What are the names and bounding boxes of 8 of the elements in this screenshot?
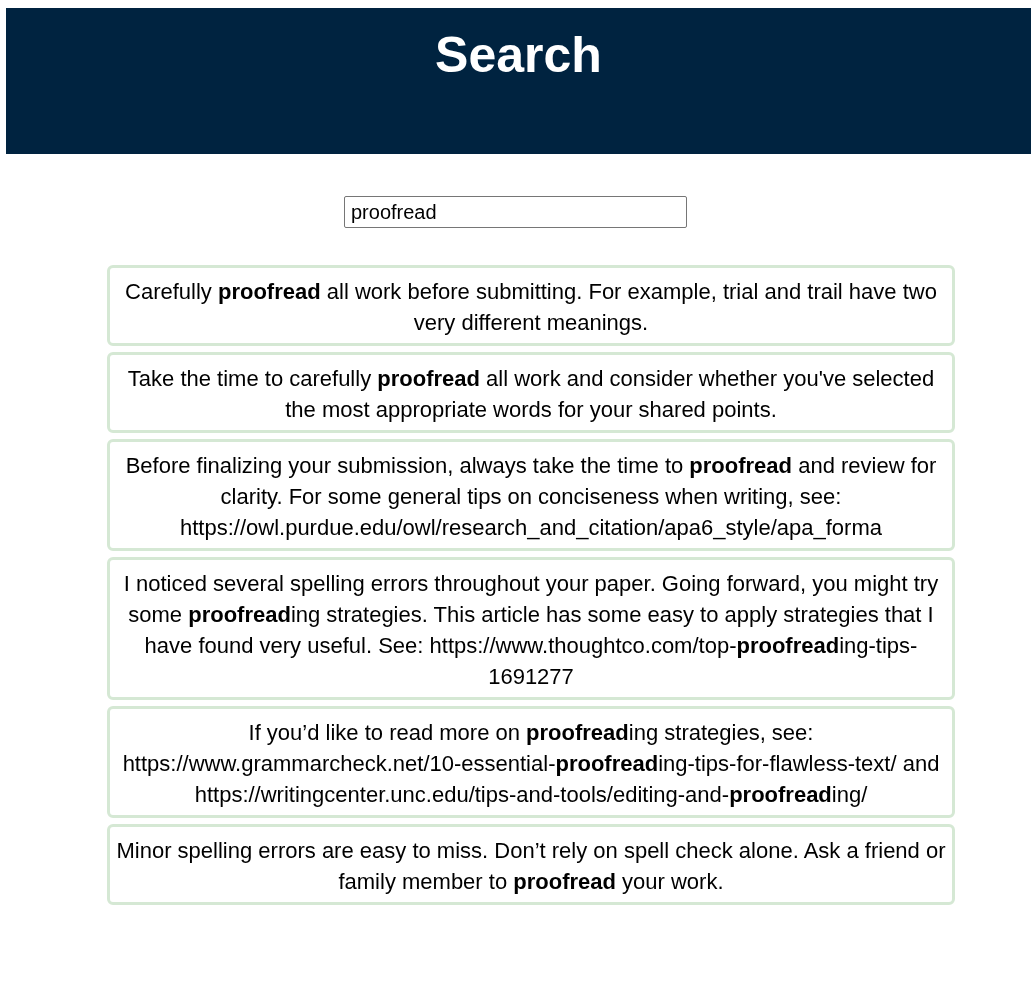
result-card: Take the time to carefully proofread all work and consider whether you've selected the most appropriate words for your shared points. <box>107 352 955 433</box>
result-card: Carefully proofread all work before submitting. For example, trial and trail have two very different meanings. <box>107 265 955 346</box>
search-field[interactable]: proofread <box>344 196 687 228</box>
page-title: Search <box>435 28 602 83</box>
result-card: Minor spelling errors are easy to miss. Don’t rely on spell check alone. Ask a friend or family member to proofread your work. <box>107 824 955 905</box>
result-card: If you’d like to read more on proofreading strategies, see: https://www.grammarcheck.net/10-essential-proofreading-tips-for-flawless-text/ and https://writingcenter.unc.edu/tips-and-tools/editing-and-proofreading/ <box>107 706 955 818</box>
result-card: I noticed several spelling errors throughout your paper. Going forward, you might try some proofreading strategies. This article has some easy to apply strategies that I have found very useful. See: https://www.thoughtco.com/top-proofreading-tips-1691277 <box>107 557 955 700</box>
result-card: Before finalizing your submission, always take the time to proofread and review for clarity. For some general tips on conciseness when writing, see: https://owl.purdue.edu/owl/research_and_citation/apa6_style/apa_forma <box>107 439 955 551</box>
